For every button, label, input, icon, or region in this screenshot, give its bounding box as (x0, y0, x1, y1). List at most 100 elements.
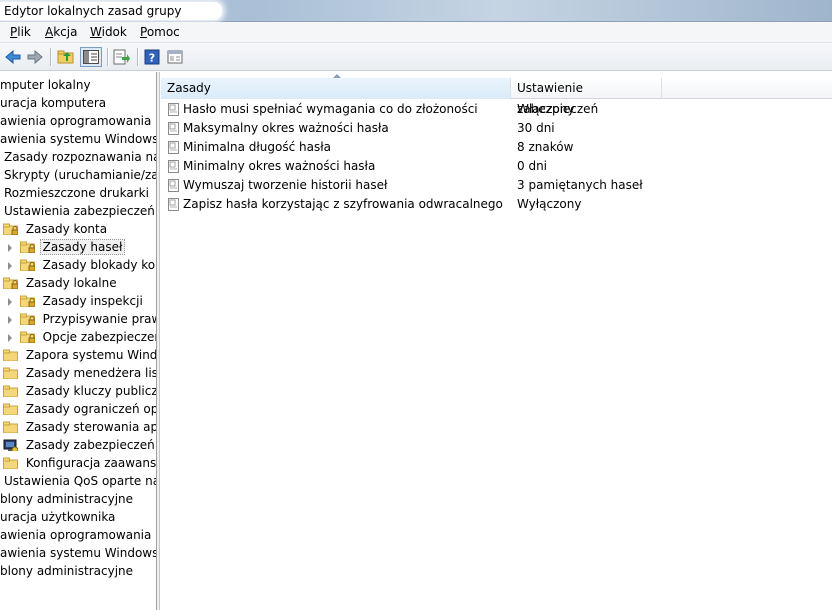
tree-item-label: Zapora systemu Window (25, 348, 157, 362)
policy-name-cell: Hasło musi spełniać wymagania co do złoż… (168, 100, 478, 119)
pane-splitter[interactable] (157, 72, 160, 610)
expand-arrow-icon[interactable] (8, 315, 12, 324)
export-list-icon (113, 49, 130, 65)
tree-item-printers[interactable]: Rozmieszczone drukarki (4, 184, 149, 202)
tree-item-label: Konfiguracja zaawansow (25, 456, 157, 470)
tree-item-ip-security[interactable]: Zasady zabezpieczeń IP w (3, 436, 156, 454)
back-button[interactable] (3, 47, 23, 67)
tree-item-label: Zasady konta (25, 222, 108, 236)
tree-item-app-control[interactable]: Zasady sterowania aplika (3, 418, 156, 436)
table-row[interactable]: Maksymalny okres ważności hasła 30 dni (161, 119, 832, 138)
tree-item-user-admin-templates[interactable]: blony administracyjne (0, 562, 133, 580)
table-row[interactable]: Minimalna długość hasła 8 znaków (161, 138, 832, 157)
tree-item-firewall[interactable]: Zapora systemu Window (3, 346, 157, 364)
title-bar: Edytor lokalnych zasad grupy (0, 0, 832, 22)
menu-pomoc[interactable]: Pomoc (140, 25, 180, 39)
toolbar-separator (107, 48, 108, 66)
back-arrow-icon (5, 49, 21, 65)
policy-list[interactable]: Zasady Ustawienie zabezpieczeń Hasło mus… (161, 72, 832, 610)
policy-setting-icon (168, 122, 179, 135)
tree-item-admin-templates[interactable]: blony administracyjne (0, 490, 133, 508)
menu-widok[interactable]: Widok (90, 25, 127, 39)
policy-setting-icon (168, 179, 179, 192)
expand-arrow-icon[interactable] (8, 261, 12, 270)
tree-item-lockout-policies[interactable]: Zasady blokady konta (8, 256, 156, 274)
tree-item-windows-settings[interactable]: awienia systemu Windows (0, 130, 156, 148)
tree-item-label: Zasady sterowania aplika (25, 420, 156, 434)
tree-item-label: Skrypty (uruchamianie/zamy (4, 168, 156, 182)
window-title: Edytor lokalnych zasad grupy (0, 2, 222, 20)
tree-item-user-rights[interactable]: Przypisywanie praw u (8, 310, 156, 328)
policy-value: 30 dni (517, 121, 555, 135)
policy-value: 8 znaków (517, 140, 574, 154)
up-level-button[interactable] (56, 47, 76, 67)
tree-item-public-key[interactable]: Zasady kluczy publiczny (3, 382, 156, 400)
tree-item-label: Zasady blokady konta (42, 258, 156, 272)
policy-name: Minimalna długość hasła (183, 140, 332, 154)
tree-item-label: awienia oprogramowania (0, 528, 152, 542)
folder-lock-icon (3, 277, 18, 289)
policy-value: Wyłączony (517, 197, 582, 211)
tree-item-network-list-manager[interactable]: Zasady menedżera listy s (3, 364, 156, 382)
expand-arrow-icon[interactable] (8, 333, 12, 342)
toolbar-separator (50, 48, 51, 66)
tree-item-advanced-audit[interactable]: Konfiguracja zaawansow (3, 454, 157, 472)
policy-name-cell: Maksymalny okres ważności hasła (168, 119, 389, 138)
table-row[interactable]: Minimalny okres ważności hasła 0 dni (161, 157, 832, 176)
policy-name: Zapisz hasła korzystając z szyfrowania o… (183, 197, 503, 211)
expand-arrow-icon[interactable] (8, 243, 12, 252)
tree-item-qos[interactable]: Ustawienia QoS oparte na za (4, 472, 156, 490)
menu-akcja[interactable]: Akcja (45, 25, 77, 39)
tree-item-user-software-settings[interactable]: awienia oprogramowania (0, 526, 151, 544)
tree-item-computer-config[interactable]: uracja komputera (0, 94, 106, 112)
tree-item-user-windows-settings[interactable]: awienia systemu Windows (0, 544, 156, 562)
folder-lock-icon (19, 241, 35, 253)
tree-item-software-restriction[interactable]: Zasady ograniczeń oprog (3, 400, 156, 418)
toolbar: ? (0, 43, 832, 71)
folder-icon (3, 349, 18, 361)
tree-item-security-settings[interactable]: Ustawienia zabezpieczeń (4, 202, 155, 220)
network-shield-icon (3, 439, 18, 451)
column-header-setting[interactable]: Ustawienie zabezpieczeń (511, 78, 662, 116)
properties-icon (167, 50, 183, 64)
console-tree[interactable]: mputer lokalny uracja komputera awienia … (0, 72, 157, 610)
show-hide-tree-button[interactable] (80, 47, 102, 67)
tree-item-software-settings[interactable]: awienia oprogramowania (0, 112, 151, 130)
tree-item-name-resolution[interactable]: Zasady rozpoznawania nazw (4, 148, 156, 166)
tree-item-security-options[interactable]: Opcje zabezpieczeń (8, 328, 156, 346)
tree-item-label: awienia oprogramowania (0, 114, 152, 128)
column-header-label: Zasady (167, 81, 211, 95)
tree-item-label: uracja komputera (0, 96, 107, 110)
tree-item-scripts[interactable]: Skrypty (uruchamianie/zamy (4, 166, 156, 184)
tree-item-account-policies[interactable]: Zasady konta (3, 220, 107, 238)
policy-name-cell: Minimalny okres ważności hasła (168, 157, 375, 176)
forward-button[interactable] (25, 47, 45, 67)
folder-lock-icon (3, 223, 18, 235)
tree-item-password-policies[interactable]: Zasady haseł (8, 238, 126, 256)
toolbar-separator (137, 48, 138, 66)
properties-button[interactable] (165, 47, 185, 67)
tree-item-label: Rozmieszczone drukarki (4, 186, 149, 200)
menu-plik[interactable]: Plik (10, 25, 31, 39)
up-folder-icon (57, 50, 74, 64)
help-button[interactable]: ? (142, 47, 162, 67)
column-header-policy[interactable]: Zasady (161, 74, 511, 99)
tree-item-local-policies[interactable]: Zasady lokalne (3, 274, 117, 292)
tree-item-user-config[interactable]: uracja użytkownika (0, 508, 115, 526)
policy-value: Włączony (517, 102, 575, 116)
tree-item-computer[interactable]: mputer lokalny (0, 76, 91, 94)
list-header: Zasady Ustawienie zabezpieczeń (161, 74, 832, 116)
folder-lock-icon (19, 295, 35, 307)
policy-name: Minimalny okres ważności hasła (183, 159, 376, 173)
folder-lock-icon (19, 259, 35, 271)
policy-setting-icon (168, 141, 179, 154)
table-row[interactable]: Wymuszaj tworzenie historii haseł 3 pami… (161, 176, 832, 195)
tree-item-label: Zasady kluczy publiczny (25, 384, 156, 398)
policy-name: Maksymalny okres ważności hasła (183, 121, 389, 135)
table-row[interactable]: Zapisz hasła korzystając z szyfrowania o… (161, 195, 832, 214)
table-row[interactable]: Hasło musi spełniać wymagania co do złoż… (161, 100, 832, 119)
folder-lock-icon (19, 313, 35, 325)
export-list-button[interactable] (112, 47, 132, 67)
expand-arrow-icon[interactable] (8, 297, 12, 306)
tree-item-audit-policies[interactable]: Zasady inspekcji (8, 292, 143, 310)
